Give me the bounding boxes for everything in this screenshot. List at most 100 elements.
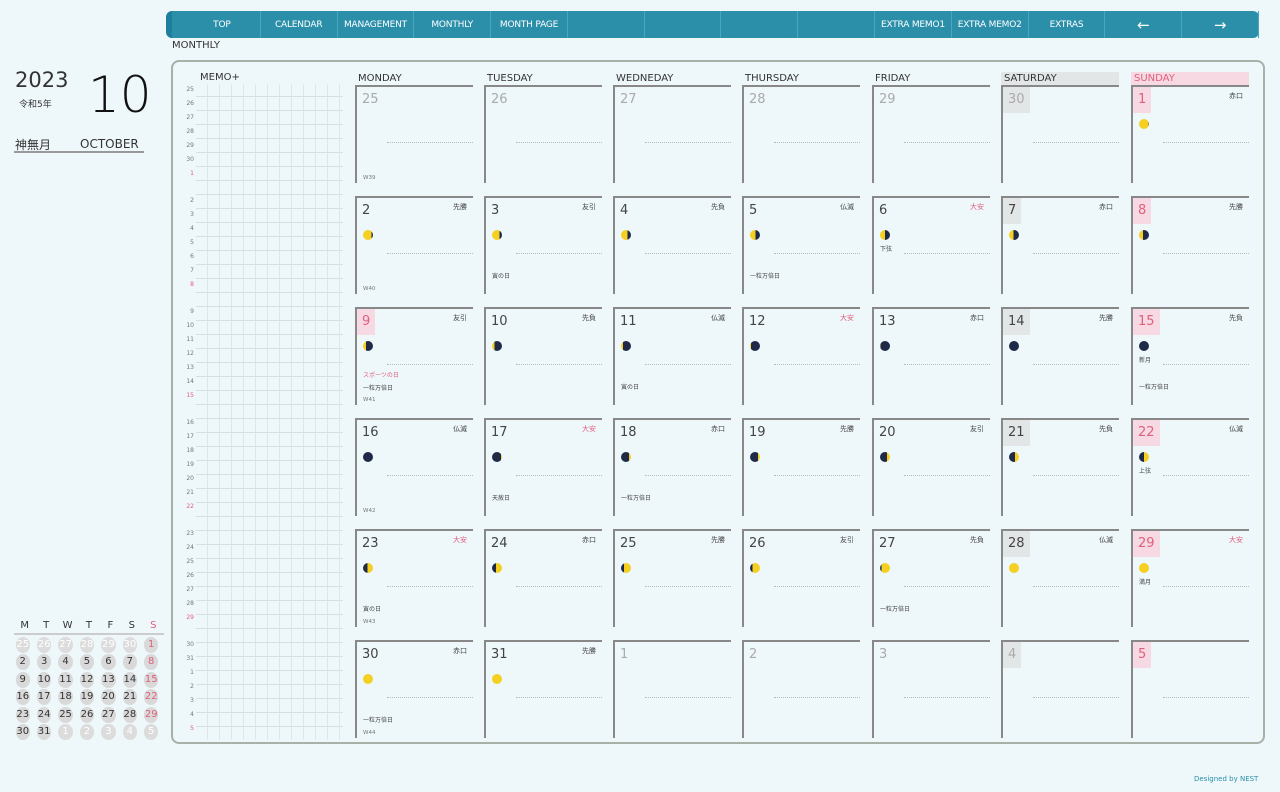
nav-extra-memo2[interactable]: EXTRA MEMO2: [952, 11, 1029, 38]
day-cell[interactable]: 5 仏滅 一粒万倍日: [742, 196, 860, 294]
day-cell[interactable]: 25 先勝: [613, 529, 731, 627]
mini-calendar-day[interactable]: 8: [144, 654, 159, 670]
day-cell[interactable]: 8 先勝: [1131, 196, 1249, 294]
mini-calendar-day[interactable]: 30: [15, 724, 30, 740]
day-cell[interactable]: 29: [872, 85, 990, 183]
mini-calendar-day[interactable]: 1: [144, 636, 159, 653]
mini-calendar-day[interactable]: 24: [36, 706, 52, 723]
day-cell[interactable]: 6 大安 下弦: [872, 196, 990, 294]
day-cell[interactable]: 27 先負 一粒万倍日: [872, 529, 990, 627]
nav-empty[interactable]: [568, 11, 645, 38]
mini-calendar-day[interactable]: 28: [79, 636, 95, 653]
mini-calendar-day[interactable]: 20: [101, 689, 116, 705]
day-cell[interactable]: 13 赤口: [872, 307, 990, 405]
day-cell[interactable]: 15 先負 新月 一粒万倍日: [1131, 307, 1249, 405]
mini-calendar-day[interactable]: 18: [58, 689, 73, 705]
mini-calendar-day[interactable]: 6: [101, 654, 116, 670]
nav--back[interactable]: ←: [1105, 11, 1183, 38]
mini-calendar-day[interactable]: 7: [122, 654, 138, 670]
mini-calendar-day[interactable]: 12: [79, 671, 95, 688]
day-cell[interactable]: 19 先勝: [742, 418, 860, 516]
mini-calendar-day[interactable]: 13: [101, 671, 116, 688]
day-cell[interactable]: 16 仏滅 W42: [355, 418, 473, 516]
day-cell[interactable]: 21 先負: [1001, 418, 1119, 516]
nav-monthly[interactable]: MONTHLY: [414, 11, 492, 38]
day-cell[interactable]: 1: [613, 640, 731, 738]
mini-calendar-day[interactable]: 9: [15, 671, 30, 688]
day-cell[interactable]: 30: [1001, 85, 1119, 183]
nav-top[interactable]: TOP: [184, 11, 261, 38]
day-cell[interactable]: 20 友引: [872, 418, 990, 516]
day-cell[interactable]: 4 先負: [613, 196, 731, 294]
mini-calendar-day[interactable]: 1: [58, 724, 73, 740]
nav--forward[interactable]: →: [1182, 11, 1259, 38]
mini-calendar-day[interactable]: 3: [36, 654, 52, 670]
mini-calendar-day[interactable]: 2: [15, 654, 30, 670]
day-cell[interactable]: 23 大安 寅の日 W43: [355, 529, 473, 627]
day-cell[interactable]: 31 先勝: [484, 640, 602, 738]
day-cell[interactable]: 22 仏滅 上弦: [1131, 418, 1249, 516]
nav-empty[interactable]: [645, 11, 722, 38]
day-cell[interactable]: 24 赤口: [484, 529, 602, 627]
day-cell[interactable]: 3 友引 寅の日: [484, 196, 602, 294]
mini-calendar-day[interactable]: 23: [15, 706, 30, 723]
nav-calendar[interactable]: CALENDAR: [261, 11, 338, 38]
mini-calendar-day[interactable]: 15: [144, 671, 159, 688]
day-cell[interactable]: 25 W39: [355, 85, 473, 183]
day-cell[interactable]: 28: [742, 85, 860, 183]
mini-calendar-day[interactable]: 10: [36, 671, 52, 688]
mini-calendar-day[interactable]: 26: [36, 636, 52, 653]
day-cell[interactable]: 5: [1131, 640, 1249, 738]
mini-calendar-day[interactable]: 4: [122, 724, 138, 740]
day-cell[interactable]: 10 先負: [484, 307, 602, 405]
mini-calendar-day[interactable]: 16: [15, 689, 30, 705]
nav-month-page[interactable]: MONTH PAGE: [491, 11, 568, 38]
day-cell[interactable]: 29 大安 満月: [1131, 529, 1249, 627]
day-cell[interactable]: 14 先勝: [1001, 307, 1119, 405]
day-cell[interactable]: 30 赤口 一粒万倍日 W44: [355, 640, 473, 738]
mini-calendar-day[interactable]: 25: [58, 706, 73, 723]
mini-calendar-day[interactable]: 27: [101, 706, 116, 723]
day-cell[interactable]: 11 仏滅 寅の日: [613, 307, 731, 405]
mini-calendar-day[interactable]: 26: [79, 706, 95, 723]
nav-extra-memo1[interactable]: EXTRA MEMO1: [875, 11, 952, 38]
mini-calendar-day[interactable]: 30: [122, 636, 138, 653]
day-cell[interactable]: 26 友引: [742, 529, 860, 627]
mini-calendar-day[interactable]: 5: [144, 724, 159, 740]
day-cell[interactable]: 2 先勝 W40: [355, 196, 473, 294]
mini-calendar-day[interactable]: 2: [79, 724, 95, 740]
mini-calendar-day[interactable]: 28: [122, 706, 138, 723]
day-cell[interactable]: 12 大安: [742, 307, 860, 405]
mini-calendar-day[interactable]: 27: [58, 636, 73, 653]
mini-calendar-day[interactable]: 4: [58, 654, 73, 670]
mini-calendar-day[interactable]: 29: [101, 636, 116, 653]
mini-calendar-day[interactable]: 22: [144, 689, 159, 705]
mini-calendar-day[interactable]: 3: [101, 724, 116, 740]
mini-calendar-day[interactable]: 25: [15, 636, 30, 653]
day-cell[interactable]: 3: [872, 640, 990, 738]
nav-extras[interactable]: EXTRAS: [1029, 11, 1106, 38]
day-cell[interactable]: 26: [484, 85, 602, 183]
day-cell[interactable]: 1 赤口: [1131, 85, 1249, 183]
mini-calendar-day[interactable]: 31: [36, 724, 52, 740]
moon-phase-icon: [492, 563, 502, 573]
mini-calendar-day[interactable]: 17: [36, 689, 52, 705]
day-cell[interactable]: 9 友引 スポーツの日 一粒万倍日 W41: [355, 307, 473, 405]
mini-calendar-day[interactable]: 21: [122, 689, 138, 705]
mini-calendar-day[interactable]: 11: [58, 671, 73, 688]
day-cell[interactable]: 17 大安 天赦日: [484, 418, 602, 516]
day-cell[interactable]: 2: [742, 640, 860, 738]
day-cell[interactable]: 27: [613, 85, 731, 183]
day-cell[interactable]: 18 赤口 一粒万倍日: [613, 418, 731, 516]
day-cell[interactable]: 28 仏滅: [1001, 529, 1119, 627]
nav-management[interactable]: MANAGEMENT: [338, 11, 415, 38]
nav-empty[interactable]: [721, 11, 799, 38]
mini-calendar-day[interactable]: 14: [122, 671, 138, 688]
nav-empty[interactable]: [798, 11, 876, 38]
day-cell[interactable]: 7 赤口: [1001, 196, 1119, 294]
mini-calendar-day[interactable]: 5: [79, 654, 95, 670]
memo-grid[interactable]: [196, 84, 343, 740]
mini-calendar-day[interactable]: 19: [79, 689, 95, 705]
day-cell[interactable]: 4: [1001, 640, 1119, 738]
mini-calendar-day[interactable]: 29: [144, 706, 159, 723]
